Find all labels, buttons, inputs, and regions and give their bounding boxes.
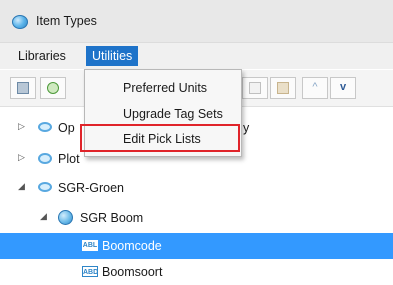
library-icon	[38, 122, 52, 132]
collapse-icon[interactable]: ◢	[18, 181, 25, 192]
window-title: Item Types	[36, 14, 97, 28]
add-item-icon	[47, 82, 59, 94]
item-types-icon	[12, 15, 28, 29]
tree-row-boomcode[interactable]: ABL Boomcode	[0, 233, 393, 259]
expand-icon[interactable]: ▷	[18, 152, 25, 163]
field-icon: ABD	[82, 266, 98, 277]
tree-row-label: Boomcode	[102, 239, 162, 253]
tree-row-label-tail: y	[243, 121, 250, 135]
menu-bar: Libraries Utilities	[0, 43, 393, 69]
tree-row-sgr-groen[interactable]: ◢ SGR-Groen	[0, 175, 393, 201]
copy-button[interactable]	[242, 77, 268, 99]
save-button[interactable]	[10, 77, 36, 99]
menu-item-label: Preferred Units	[123, 81, 208, 95]
tree-row-sgr-boom[interactable]: ◢ SGR Boom	[0, 205, 393, 231]
library-icon	[38, 182, 52, 192]
title-bar: Item Types	[0, 0, 393, 43]
menu-libraries[interactable]: Libraries	[12, 46, 72, 66]
library-check-icon	[38, 153, 52, 164]
move-down-icon: v	[339, 81, 347, 93]
move-down-button[interactable]: v	[330, 77, 356, 99]
item-type-icon	[58, 210, 73, 225]
menu-item-upgrade-tag-sets[interactable]: Upgrade Tag Sets	[85, 103, 241, 125]
highlight-callout	[80, 124, 240, 152]
move-up-button[interactable]: ^	[302, 77, 328, 99]
expand-icon[interactable]: ▷	[18, 121, 25, 132]
collapse-icon[interactable]: ◢	[40, 211, 47, 222]
tree-row-boomsoort[interactable]: ABD Boomsoort	[0, 259, 393, 285]
move-up-icon: ^	[312, 81, 318, 93]
add-item-button[interactable]	[40, 77, 66, 99]
copy-icon	[249, 82, 261, 94]
menu-item-label: Upgrade Tag Sets	[123, 107, 223, 121]
paste-button[interactable]	[270, 77, 296, 99]
menu-item-preferred-units[interactable]: Preferred Units	[85, 77, 241, 99]
menu-utilities[interactable]: Utilities	[86, 46, 139, 66]
tree-row-label: Plot	[58, 152, 80, 166]
tree-row-label: SGR-Groen	[58, 181, 124, 195]
paste-icon	[277, 82, 289, 94]
tree-row-label: Op	[58, 121, 75, 135]
tree-row-label: SGR Boom	[80, 211, 144, 225]
tree-row-label: Boomsoort	[102, 265, 163, 279]
save-icon	[17, 82, 29, 94]
field-icon: ABL	[82, 240, 98, 251]
